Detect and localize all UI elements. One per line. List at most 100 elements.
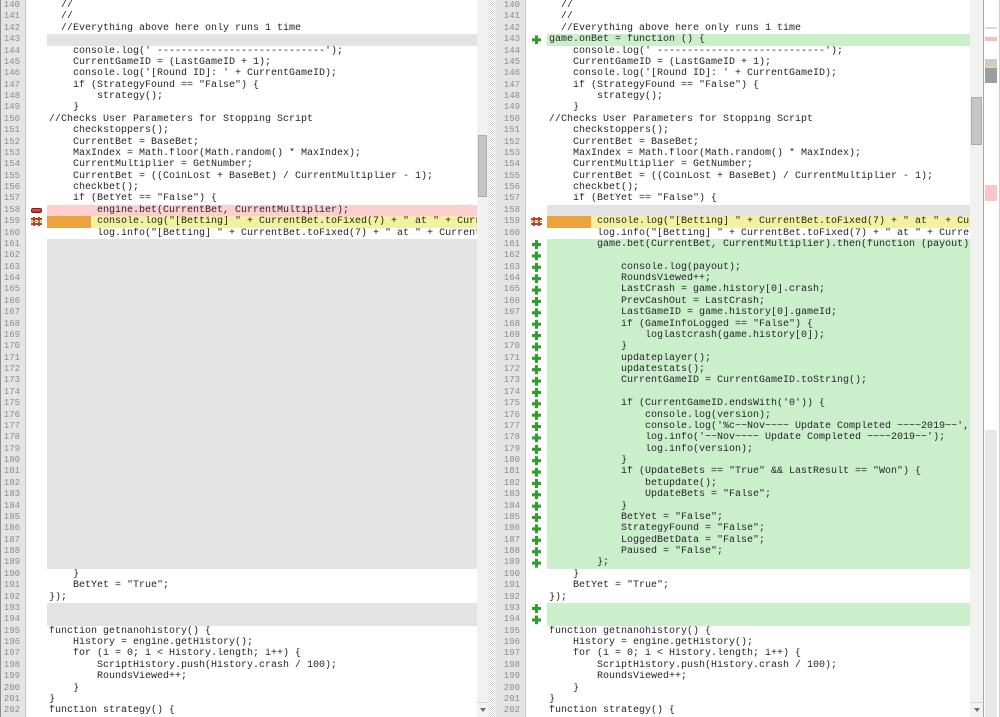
- right-file-pane[interactable]: 140 //141 //142 //Everything above here …: [496, 0, 970, 717]
- code-text[interactable]: [47, 319, 477, 330]
- code-line[interactable]: 167: [1, 307, 477, 318]
- code-text[interactable]: [47, 34, 477, 45]
- code-text[interactable]: [47, 546, 477, 557]
- code-line[interactable]: 185 BetYet = "False";: [496, 512, 970, 523]
- code-line[interactable]: 189: [1, 557, 477, 568]
- left-file-pane[interactable]: 140 //141 //142 //Everything above here …: [0, 0, 477, 717]
- code-text[interactable]: }: [547, 569, 970, 580]
- code-text[interactable]: [47, 387, 477, 398]
- code-text[interactable]: //Everything above here only runs 1 time: [47, 23, 477, 34]
- code-text[interactable]: [47, 444, 477, 455]
- code-text[interactable]: RoundsViewed++;: [547, 273, 970, 284]
- right-scroll-down-button[interactable]: [970, 702, 983, 717]
- code-line[interactable]: 145 CurrentGameID = (LastGameID + 1);: [1, 57, 477, 68]
- code-line[interactable]: 177: [1, 421, 477, 432]
- code-line[interactable]: 158 engine.bet(CurrentBet, CurrentMultip…: [1, 205, 477, 216]
- code-text[interactable]: BetYet = "True";: [547, 580, 970, 591]
- code-line[interactable]: 195function getnanohistory() {: [496, 626, 970, 637]
- code-text[interactable]: function strategy() {: [547, 705, 970, 716]
- code-line[interactable]: 196 History = engine.getHistory();: [1, 637, 477, 648]
- code-line[interactable]: 164 RoundsViewed++;: [496, 273, 970, 284]
- code-line[interactable]: 173 CurrentGameID = CurrentGameID.toStri…: [496, 375, 970, 386]
- code-line[interactable]: 193: [496, 603, 970, 614]
- code-line[interactable]: 200 }: [496, 683, 970, 694]
- code-line[interactable]: 142 //Everything above here only runs 1 …: [496, 23, 970, 34]
- code-text[interactable]: [547, 614, 970, 625]
- code-text[interactable]: checkbet();: [547, 182, 970, 193]
- code-text[interactable]: console.log('%c~~Nov~~~~ Update Complete…: [547, 421, 970, 432]
- code-text[interactable]: //Everything above here only runs 1 time: [547, 23, 970, 34]
- code-line[interactable]: 197 for (i = 0; i < History.length; i++)…: [1, 648, 477, 659]
- code-line[interactable]: 163: [1, 262, 477, 273]
- code-line[interactable]: 149 }: [1, 102, 477, 113]
- code-text[interactable]: };: [547, 557, 970, 568]
- code-line[interactable]: 194: [1, 614, 477, 625]
- code-line[interactable]: 169 loglastcrash(game.history[0]);: [496, 330, 970, 341]
- code-text[interactable]: //: [547, 11, 970, 22]
- right-vertical-scrollbar[interactable]: [970, 0, 983, 717]
- code-line[interactable]: 158: [496, 205, 970, 216]
- code-text[interactable]: strategy();: [47, 91, 477, 102]
- code-line[interactable]: 167 LastGameID = game.history[0].gameId;: [496, 307, 970, 318]
- code-line[interactable]: 146 console.log('[Round ID]: ' + Current…: [1, 68, 477, 79]
- code-text[interactable]: log.info("[Betting] " + CurrentBet.toFix…: [547, 228, 970, 239]
- code-line[interactable]: 149 }: [496, 102, 970, 113]
- code-line[interactable]: 191 BetYet = "True";: [496, 580, 970, 591]
- code-line[interactable]: 173: [1, 375, 477, 386]
- code-text[interactable]: [47, 307, 477, 318]
- code-line[interactable]: 150//Checks User Parameters for Stopping…: [496, 114, 970, 125]
- code-text[interactable]: //: [547, 0, 970, 11]
- code-line[interactable]: 196 History = engine.getHistory();: [496, 637, 970, 648]
- code-text[interactable]: [47, 557, 477, 568]
- code-text[interactable]: [547, 250, 970, 261]
- code-line[interactable]: 186 StrategyFound = "False";: [496, 523, 970, 534]
- code-text[interactable]: strategy();: [547, 91, 970, 102]
- code-line[interactable]: 155 CurrentBet = ((CoinLost + BaseBet) /…: [1, 171, 477, 182]
- code-line[interactable]: 188: [1, 546, 477, 557]
- pane-splitter[interactable]: [488, 0, 496, 717]
- code-text[interactable]: [47, 284, 477, 295]
- code-line[interactable]: 166 PrevCashOut = LastCrash;: [496, 296, 970, 307]
- code-line[interactable]: 193: [1, 603, 477, 614]
- code-text[interactable]: if (CurrentGameID.endsWith('0')) {: [547, 398, 970, 409]
- code-line[interactable]: 176: [1, 410, 477, 421]
- code-text[interactable]: }: [47, 694, 477, 705]
- code-text[interactable]: }: [47, 102, 477, 113]
- code-line[interactable]: 198 ScriptHistory.push(History.crash / 1…: [1, 660, 477, 671]
- code-text[interactable]: CurrentGameID = (LastGameID + 1);: [547, 57, 970, 68]
- code-line[interactable]: 180: [1, 455, 477, 466]
- code-text[interactable]: [47, 614, 477, 625]
- code-text[interactable]: loglastcrash(game.history[0]);: [547, 330, 970, 341]
- code-line[interactable]: 162: [1, 250, 477, 261]
- code-text[interactable]: }: [47, 683, 477, 694]
- code-text[interactable]: [47, 262, 477, 273]
- code-text[interactable]: }: [547, 501, 970, 512]
- code-text[interactable]: [47, 478, 477, 489]
- code-line[interactable]: 153 MaxIndex = Math.floor(Math.random() …: [496, 148, 970, 159]
- code-text[interactable]: for (i = 0; i < History.length; i++) {: [547, 648, 970, 659]
- code-text[interactable]: game.bet(CurrentBet, CurrentMultiplier).…: [547, 239, 970, 250]
- code-line[interactable]: 169: [1, 330, 477, 341]
- code-text[interactable]: });: [47, 592, 477, 603]
- code-line[interactable]: 147 if (StrategyFound == "False") {: [1, 80, 477, 91]
- code-text[interactable]: [47, 523, 477, 534]
- code-text[interactable]: [547, 205, 970, 216]
- code-text[interactable]: PrevCashOut = LastCrash;: [547, 296, 970, 307]
- left-scrollbar-thumb[interactable]: [478, 135, 487, 197]
- code-text[interactable]: UpdateBets = "False";: [547, 489, 970, 500]
- code-line[interactable]: 163 console.log(payout);: [496, 262, 970, 273]
- code-line[interactable]: 199 RoundsViewed++;: [496, 671, 970, 682]
- code-line[interactable]: 141 //: [496, 11, 970, 22]
- code-line[interactable]: 186: [1, 523, 477, 534]
- code-line[interactable]: 157 if (BetYet == "False") {: [1, 193, 477, 204]
- code-line[interactable]: 181 if (UpdateBets == "True" && LastResu…: [496, 466, 970, 477]
- code-text[interactable]: LastCrash = game.history[0].crash;: [547, 284, 970, 295]
- code-line[interactable]: 168 if (GameInfoLogged == "False") {: [496, 319, 970, 330]
- code-line[interactable]: 174: [496, 387, 970, 398]
- code-line[interactable]: 162: [496, 250, 970, 261]
- code-text[interactable]: }: [547, 455, 970, 466]
- code-line[interactable]: 171 updateplayer();: [496, 353, 970, 364]
- code-text[interactable]: [547, 603, 970, 614]
- code-line[interactable]: 166: [1, 296, 477, 307]
- code-line[interactable]: 154 CurrentMultiplier = GetNumber;: [496, 159, 970, 170]
